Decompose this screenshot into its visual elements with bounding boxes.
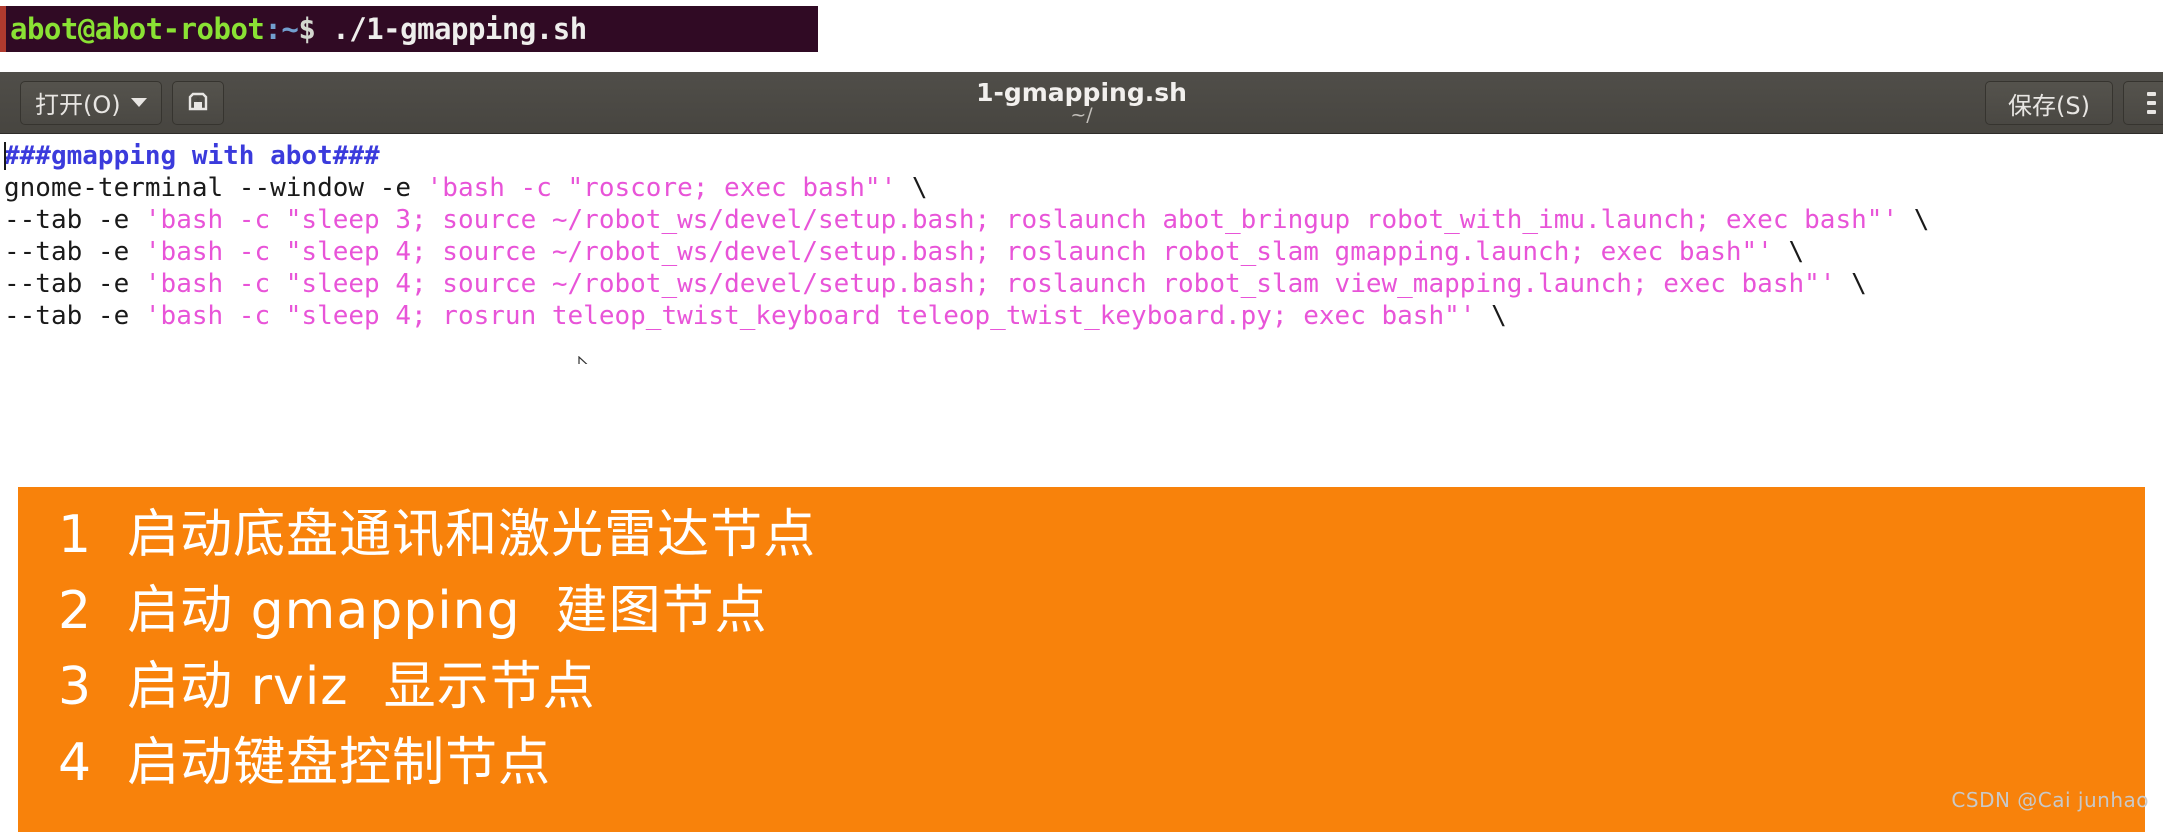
save-as-icon: [185, 88, 211, 118]
text-cursor-caret: [4, 142, 6, 170]
annotation-line: 3 启动 rviz 显示节点: [58, 657, 596, 717]
code-text-view[interactable]: ###gmapping with abot### gnome-terminal -…: [0, 134, 2163, 364]
code-token-string: 'bash -c "sleep 3; source ~/robot_ws/dev…: [144, 205, 1899, 235]
terminal-prompt-strip[interactable]: abot@abot-robot:~$ ./1-gmapping.sh: [0, 6, 818, 52]
annotation-overlay: 1 启动底盘通讯和激光雷达节点 2 启动 gmapping 建图节点 3 启动 rv…: [18, 487, 2145, 832]
document-path-subtitle: ~/: [1070, 104, 1093, 127]
menu-bar-3: [2146, 110, 2156, 114]
code-token-plain: \: [1475, 301, 1507, 331]
code-token-string: 'bash -c "sleep 4; source ~/robot_ws/dev…: [144, 269, 1836, 299]
code-token-plain: \: [896, 173, 928, 203]
code-token-string: 'bash -c "sleep 4; rosrun teleop_twist_k…: [144, 301, 1476, 331]
code-token-plain: \: [1835, 269, 1867, 299]
document-title-block: 1-gmapping.sh ~/: [0, 72, 2163, 134]
menu-bar-1: [2146, 92, 2156, 96]
header-bar-right-group: 保存(S): [1985, 81, 2163, 125]
annotation-lines-container: 1 启动底盘通讯和激光雷达节点 2 启动 gmapping 建图节点 3 启动 rv…: [58, 497, 2145, 801]
code-token-plain: --tab -e: [4, 301, 145, 331]
code-token-comment: ###gmapping with abot###: [4, 141, 380, 171]
editor-header-bar: 打开(O) 1-gmapping.sh ~/ 保存(S): [0, 72, 2163, 134]
save-as-button[interactable]: [171, 80, 224, 125]
code-line: --tab -e 'bash -c "sleep 4; source ~/rob…: [4, 268, 2163, 300]
save-button[interactable]: 保存(S): [1985, 81, 2113, 125]
mouse-pointer-icon: [578, 355, 596, 364]
terminal-separator: :: [264, 12, 282, 46]
code-token-plain: \: [1898, 205, 1930, 235]
code-token-string: 'bash -c "roscore; exec bash"': [426, 173, 897, 203]
code-token-plain: --tab -e: [4, 269, 145, 299]
menu-bar-2: [2146, 101, 2156, 105]
code-token-string: 'bash -c "sleep 4; source ~/robot_ws/dev…: [144, 237, 1773, 267]
open-file-button[interactable]: 打开(O): [20, 80, 162, 125]
code-token-plain: gnome-terminal --window -e: [4, 173, 427, 203]
terminal-line: abot@abot-robot:~$ ./1-gmapping.sh: [6, 12, 587, 46]
code-line: --tab -e 'bash -c "sleep 4; source ~/rob…: [4, 236, 2163, 268]
annotation-line: 4 启动键盘控制节点: [58, 733, 552, 793]
code-token-plain: \: [1772, 237, 1805, 267]
save-button-label: 保存(S): [2008, 91, 2090, 120]
terminal-command: ./1-gmapping.sh: [332, 12, 587, 46]
open-file-label: 打开(O): [35, 91, 121, 119]
code-lines-container: ###gmapping with abot### gnome-terminal -…: [4, 140, 2163, 332]
terminal-user-host: abot@abot-robot: [10, 12, 265, 46]
terminal-prompt-symbol: $: [298, 12, 316, 46]
code-line: --tab -e 'bash -c "sleep 3; source ~/rob…: [4, 204, 2163, 236]
annotation-line: 1 启动底盘通讯和激光雷达节点: [58, 505, 817, 565]
code-line: gnome-terminal --window -e 'bash -c "ros…: [4, 172, 2163, 204]
terminal-path: ~: [281, 12, 299, 46]
text-editor-window: 打开(O) 1-gmapping.sh ~/ 保存(S) ###gmapping…: [0, 72, 2163, 832]
annotation-line: 2 启动 gmapping 建图节点: [58, 581, 768, 641]
csdn-watermark: CSDN @Cai junhao: [1951, 788, 2149, 812]
code-token-plain: --tab -e: [4, 237, 145, 267]
hamburger-menu-icon[interactable]: [2123, 81, 2163, 125]
chevron-down-icon: [130, 98, 147, 107]
page-title: 1-gmapping.sh: [976, 77, 1187, 107]
code-line: --tab -e 'bash -c "sleep 4; rosrun teleo…: [4, 300, 2163, 332]
code-token-plain: --tab -e: [4, 205, 145, 235]
code-line: ###gmapping with abot###: [4, 140, 2163, 172]
